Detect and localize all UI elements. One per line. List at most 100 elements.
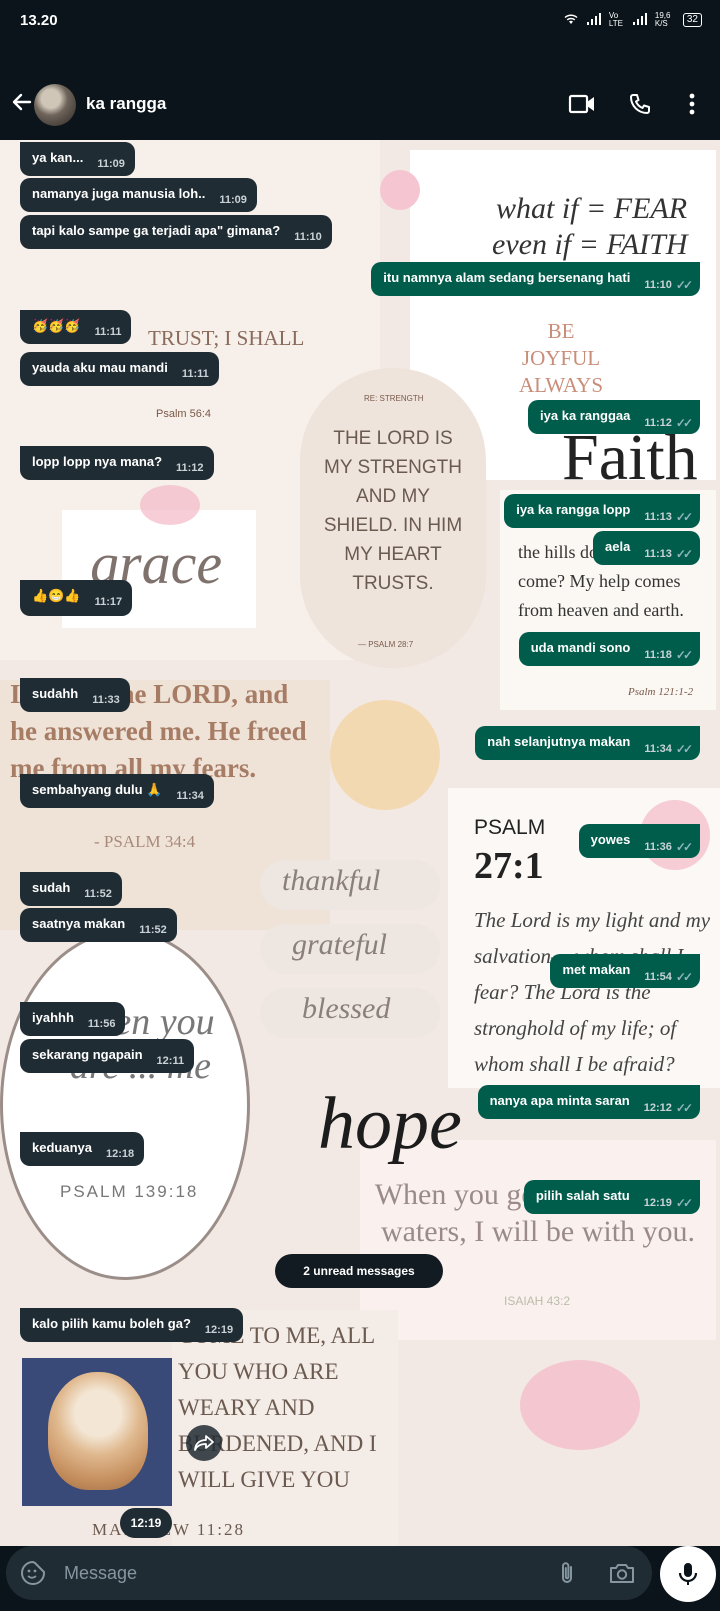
message-time: 11:52: [84, 888, 112, 900]
unread-messages-divider: 2 unread messages: [275, 1254, 443, 1288]
status-bar: 13.20 Vo LTE 19,6 K/S 32: [0, 0, 720, 44]
forward-icon[interactable]: [186, 1425, 222, 1461]
message-time: 12:19: [204, 1324, 234, 1336]
message-bubble[interactable]: iya ka rangga lopp 11:13 ✓✓: [504, 494, 700, 528]
message-bubble[interactable]: tapi kalo sampe ga terjadi apa" gimana? 1…: [20, 215, 332, 249]
message-bubble[interactable]: met makan 11:54 ✓✓: [550, 954, 700, 988]
attach-icon[interactable]: [554, 1560, 580, 1586]
message-time: 12:18: [105, 1148, 135, 1160]
message-bubble[interactable]: sudahh 11:33: [20, 678, 130, 712]
message-time: 11:10: [644, 279, 672, 291]
microphone-icon[interactable]: [660, 1546, 716, 1602]
wall-what-if: what if = FEAR: [496, 192, 688, 225]
message-bubble[interactable]: uda mandi sono 11:18 ✓✓: [518, 632, 700, 666]
message-text: ya kan...: [32, 150, 84, 165]
wall-psalm-56: Psalm 56:4: [156, 408, 212, 420]
wall-strength: THE LORD IS MY STRENGTH AND MY SHIELD. I…: [323, 428, 463, 594]
message-time: 11:52: [139, 924, 167, 936]
message-input-box[interactable]: Message: [6, 1546, 652, 1600]
message-bubble[interactable]: sudah 11:52: [20, 872, 122, 906]
message-time: 11:17: [94, 596, 123, 608]
message-text: nanya apa minta saran: [489, 1093, 630, 1108]
message-text: iya ka ranggaa: [540, 408, 631, 423]
battery-indicator: 32: [682, 13, 702, 27]
wall-blessed: blessed: [302, 992, 391, 1025]
message-bubble[interactable]: pilih salah satu 12:19 ✓✓: [523, 1180, 700, 1214]
wall-be-joyful: BE JOYFUL ALWAYS: [518, 319, 603, 397]
wall-even-if: even if = FAITH: [492, 228, 688, 261]
message-text: aela: [605, 539, 631, 554]
message-time: 11:10: [294, 231, 322, 243]
read-receipt-icon: ✓✓: [675, 416, 693, 430]
wall-come-to-me: COME TO ME, ALL YOU WHO ARE WEARY AND BU…: [178, 1323, 377, 1492]
message-bubble[interactable]: itu namnya alam sedang bersenang hati 11:…: [371, 262, 700, 296]
message-bubble[interactable]: aela 11:13 ✓✓: [593, 531, 700, 565]
message-text: yauda aku mau mandi: [32, 360, 168, 375]
message-time: 11:34: [176, 790, 204, 802]
image-message[interactable]: [22, 1358, 172, 1506]
message-text: sembahyang dulu 🙏: [32, 782, 163, 797]
message-text: lopp lopp nya mana?: [32, 454, 163, 469]
message-text: itu namnya alam sedang bersenang hati: [383, 270, 631, 285]
message-text: namanya juga manusia loh..: [32, 186, 206, 201]
message-bubble[interactable]: iyahhh 11:56: [20, 1002, 126, 1036]
contact-avatar[interactable]: [34, 84, 76, 126]
more-options-icon[interactable]: [676, 88, 708, 120]
wall-psalm-34: - PSALM 34:4: [94, 832, 196, 851]
read-receipt-icon: ✓✓: [675, 278, 693, 292]
read-receipt-icon: ✓✓: [675, 742, 693, 756]
message-time: 11:09: [219, 194, 247, 206]
emoji-sticker-icon[interactable]: [20, 1560, 46, 1586]
wall-lord-light: The Lord is my light and my salvation— w…: [474, 908, 711, 1076]
message-bubble[interactable]: keduanya 12:18: [20, 1132, 145, 1166]
message-time: 11:12: [176, 462, 204, 474]
message-text: saatnya makan: [32, 916, 126, 931]
wall-hope: hope: [318, 1083, 462, 1165]
message-bubble[interactable]: sembahyang dulu 🙏 11:34: [20, 774, 214, 808]
camera-icon[interactable]: [608, 1560, 636, 1586]
read-receipt-icon: ✓✓: [675, 510, 693, 524]
message-placeholder[interactable]: Message: [64, 1563, 137, 1584]
message-bubble[interactable]: nanya apa minta saran 12:12 ✓✓: [477, 1085, 700, 1119]
message-bubble[interactable]: ya kan... 11:09: [20, 142, 135, 176]
message-bubble[interactable]: iya ka ranggaa 11:12 ✓✓: [528, 400, 700, 434]
message-bubble[interactable]: saatnya makan 11:52: [20, 908, 177, 942]
message-bubble[interactable]: nah selanjutnya makan 11:34 ✓✓: [475, 726, 700, 760]
message-time: 11:54: [644, 971, 672, 983]
message-text: iyahhh: [32, 1010, 74, 1025]
message-text: met makan: [562, 962, 631, 977]
signal-icon: [586, 12, 601, 28]
kitten-photo: [48, 1372, 148, 1490]
message-time: 11:33: [92, 694, 120, 706]
wall-psalm-label: PSALM: [474, 816, 546, 839]
message-bubble[interactable]: sekarang ngapain 12:11: [20, 1039, 195, 1073]
chat-area[interactable]: what if = FEAR even if = FAITH BE JOYFUL…: [0, 140, 720, 1546]
chat-header: ka rangga: [0, 44, 720, 140]
wall-psalm-121: Psalm 121:1-2: [628, 686, 694, 698]
read-receipt-icon: ✓✓: [675, 1196, 693, 1210]
message-bubble[interactable]: kalo pilih kamu boleh ga? 12:19: [20, 1308, 244, 1342]
message-bubble[interactable]: 👍😁👍 11:17: [20, 580, 133, 616]
wall-strength-label: RE: STRENGTH: [364, 394, 424, 403]
image-message-time: 12:19: [120, 1508, 172, 1538]
message-time: 12:11: [156, 1055, 185, 1067]
message-bubble[interactable]: yowes 11:36 ✓✓: [578, 824, 700, 858]
wall-psalm-139: PSALM 139:18: [60, 1182, 199, 1201]
message-bubble[interactable]: yauda aku mau mandi 11:11: [20, 352, 219, 386]
contact-name[interactable]: ka rangga: [86, 94, 166, 114]
voice-call-icon[interactable]: [624, 88, 656, 120]
message-time: 11:13: [644, 548, 672, 560]
message-bubble[interactable]: lopp lopp nya mana? 11:12: [20, 446, 214, 480]
read-receipt-icon: ✓✓: [675, 840, 693, 854]
message-text: keduanya: [32, 1140, 92, 1155]
network-label: Vo LTE: [608, 11, 623, 28]
message-time: 11:56: [87, 1018, 116, 1030]
video-call-icon[interactable]: [566, 88, 598, 120]
wall-thankful: thankful: [282, 864, 381, 897]
message-text: nah selanjutnya makan: [487, 734, 631, 749]
message-time: 11:34: [644, 743, 672, 755]
signal-icon-2: [632, 12, 647, 28]
message-time: 11:11: [181, 368, 209, 380]
message-bubble[interactable]: 🥳🥳🥳 11:11: [20, 310, 132, 344]
message-bubble[interactable]: namanya juga manusia loh.. 11:09: [20, 178, 257, 212]
